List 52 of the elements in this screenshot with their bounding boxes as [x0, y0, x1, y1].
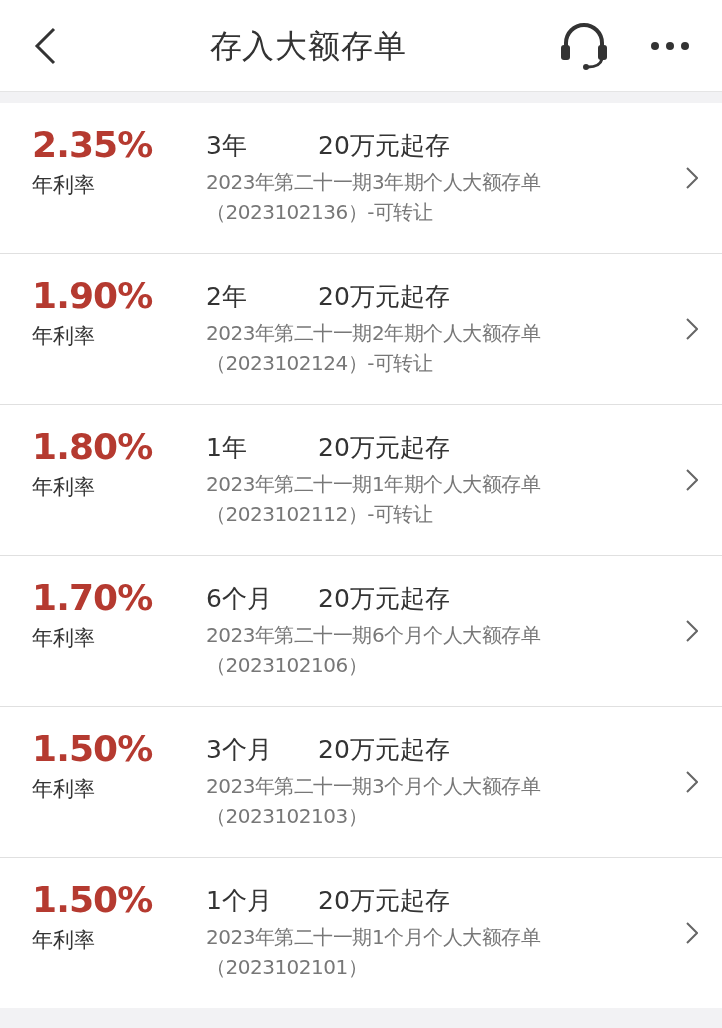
chevron-right-icon — [686, 771, 698, 793]
chevron-right-icon — [686, 922, 698, 944]
rate-label: 年利率 — [32, 625, 95, 652]
rate: 1.70% — [32, 576, 153, 620]
rate-label: 年利率 — [32, 323, 95, 350]
min-deposit: 20万元起存 — [318, 281, 450, 313]
term: 1年 — [206, 432, 248, 464]
product-name: 2023年第二十一期2年期个人大额存单 — [206, 320, 541, 347]
back-icon[interactable] — [32, 25, 58, 66]
rate: 1.80% — [32, 425, 153, 469]
rate: 2.35% — [32, 123, 153, 167]
rate-label: 年利率 — [32, 776, 95, 803]
product-row[interactable]: 2.35% 年利率 3年 20万元起存 2023年第二十一期3年期个人大额存单 （2023102136）-可转让 — [0, 103, 722, 253]
min-deposit: 20万元起存 — [318, 432, 450, 464]
product-row[interactable]: 1.80% 年利率 1年 20万元起存 2023年第二十一期1年期个人大额存单 （2023102112）-可转让 — [0, 405, 722, 555]
more-icon[interactable] — [650, 40, 690, 51]
rate-label: 年利率 — [32, 172, 95, 199]
min-deposit: 20万元起存 — [318, 734, 450, 766]
product-name: 2023年第二十一期6个月个人大额存单 — [206, 622, 541, 649]
headset-icon[interactable] — [558, 20, 610, 71]
chevron-right-icon — [686, 318, 698, 340]
product-name: 2023年第二十一期1年期个人大额存单 — [206, 471, 541, 498]
product-name: 2023年第二十一期1个月个人大额存单 — [206, 924, 541, 951]
product-code: （2023102136）-可转让 — [206, 199, 433, 226]
rate: 1.90% — [32, 274, 153, 318]
product-code: （2023102112）-可转让 — [206, 501, 433, 528]
chevron-right-icon — [686, 167, 698, 189]
min-deposit: 20万元起存 — [318, 583, 450, 615]
term: 3个月 — [206, 734, 273, 766]
chevron-right-icon — [686, 620, 698, 642]
product-row[interactable]: 1.50% 年利率 1个月 20万元起存 2023年第二十一期1个月个人大额存单 （2023102101） — [0, 858, 722, 1008]
term: 3年 — [206, 130, 248, 162]
product-code: （2023102101） — [206, 954, 368, 981]
page-title: 存入大额存单 — [208, 25, 408, 67]
product-name: 2023年第二十一期3年期个人大额存单 — [206, 169, 541, 196]
rate: 1.50% — [32, 727, 153, 771]
product-name: 2023年第二十一期3个月个人大额存单 — [206, 773, 541, 800]
term: 6个月 — [206, 583, 273, 615]
min-deposit: 20万元起存 — [318, 130, 450, 162]
min-deposit: 20万元起存 — [318, 885, 450, 917]
rate-label: 年利率 — [32, 474, 95, 501]
product-row[interactable]: 1.90% 年利率 2年 20万元起存 2023年第二十一期2年期个人大额存单 （2023102124）-可转让 — [0, 254, 722, 404]
product-row[interactable]: 1.70% 年利率 6个月 20万元起存 2023年第二十一期6个月个人大额存单 （2023102106） — [0, 556, 722, 706]
chevron-right-icon — [686, 469, 698, 491]
rate: 1.50% — [32, 878, 153, 922]
product-code: （2023102124）-可转让 — [206, 350, 433, 377]
product-code: （2023102106） — [206, 652, 368, 679]
product-code: （2023102103） — [206, 803, 368, 830]
rate-label: 年利率 — [32, 927, 95, 954]
term: 2年 — [206, 281, 248, 313]
term: 1个月 — [206, 885, 273, 917]
product-row[interactable]: 1.50% 年利率 3个月 20万元起存 2023年第二十一期3个月个人大额存单 （2023102103） — [0, 707, 722, 857]
